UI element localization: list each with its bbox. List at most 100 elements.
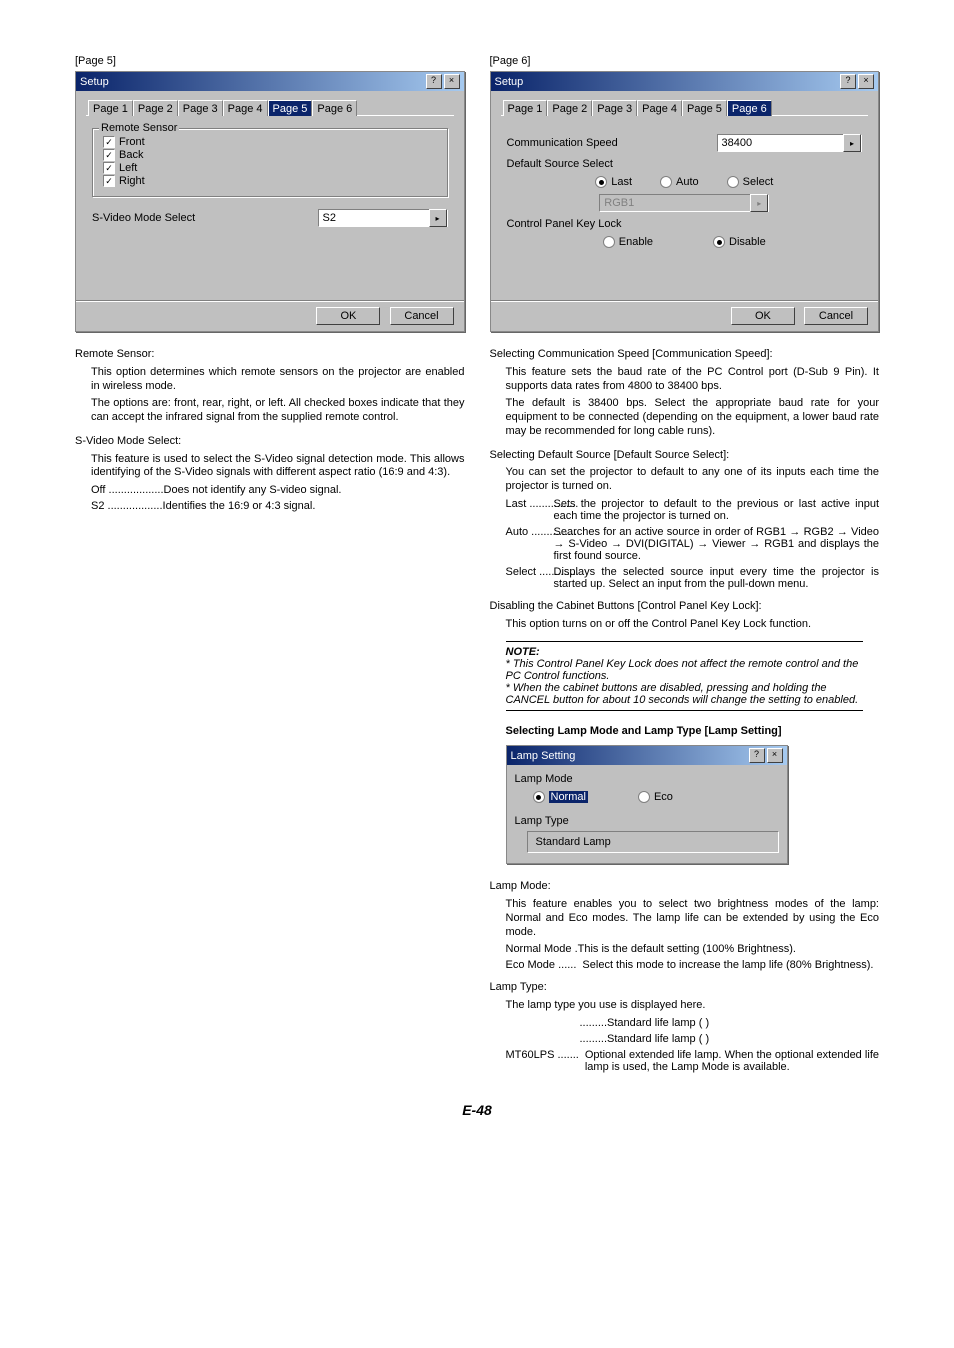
svideo-heading: S-Video Mode Select: [75, 435, 465, 449]
cancel-button[interactable]: Cancel [390, 307, 454, 325]
help-icon[interactable]: ? [840, 74, 856, 89]
tab-page1[interactable]: Page 1 [88, 100, 133, 116]
radio-select[interactable] [727, 176, 739, 188]
tab-page2[interactable]: Page 2 [133, 100, 178, 116]
radio-eco-label: Eco [654, 791, 673, 803]
keylock-radios: Enable Disable [507, 236, 863, 248]
remote-sensor-p2: The options are: front, rear, right, or … [91, 397, 465, 425]
radio-last[interactable] [595, 176, 607, 188]
lamp-type-heading: Lamp Type: [490, 981, 880, 995]
tab-page3[interactable]: Page 3 [592, 100, 637, 116]
lamp-type-value: Standard Lamp [536, 836, 611, 848]
checkbox-back-label: Back [119, 149, 143, 161]
def-eco-mode: Eco Mode ...... Select this mode to incr… [506, 959, 880, 971]
radio-normal-label: Normal [549, 791, 588, 803]
lamp-setting-dialog: Lamp Setting ? × Lamp Mode Normal Eco La… [506, 745, 788, 864]
left-column: [Page 5] Setup ? × Page 1 Page 2 Page 3 … [75, 55, 465, 1077]
dialog-titlebar: Lamp Setting ? × [507, 746, 787, 765]
tab-page5[interactable]: Page 5 [268, 100, 313, 116]
tab-page4[interactable]: Page 4 [223, 100, 268, 116]
lamp-mode-radios: Normal Eco [533, 791, 779, 803]
svideo-off-def: Off .................. Does not identify… [91, 484, 465, 496]
dropdown-arrow-icon[interactable]: ▸ [429, 209, 447, 227]
group-legend: Remote Sensor [99, 122, 179, 134]
radio-normal[interactable] [533, 791, 545, 803]
keylock-label: Control Panel Key Lock [507, 218, 622, 230]
comm-speed-heading: Selecting Communication Speed [Communica… [490, 348, 880, 362]
svideo-value: S2 [319, 212, 429, 224]
lamp-mode-heading: Lamp Mode: [490, 880, 880, 894]
two-column-layout: [Page 5] Setup ? × Page 1 Page 2 Page 3 … [75, 55, 879, 1077]
svideo-combo[interactable]: S2 ▸ [318, 209, 448, 227]
tabs: Page 1 Page 2 Page 3 Page 4 Page 5 Page … [86, 100, 454, 116]
def-lamp-mt60lps: MT60LPS ....... Optional extended life l… [506, 1049, 880, 1073]
keylock-label-row: Control Panel Key Lock [507, 218, 863, 230]
button-bar: OK Cancel [491, 300, 879, 331]
tab-pane: Communication Speed 38400 ▸ Default Sour… [501, 115, 869, 290]
button-bar: OK Cancel [76, 300, 464, 331]
lamp-mode-p1: This feature enables you to select two b… [506, 898, 880, 939]
checkbox-front-label: Front [119, 136, 145, 148]
checkbox-right[interactable]: ✓ [103, 175, 115, 187]
comm-speed-combo[interactable]: 38400 ▸ [717, 134, 863, 152]
note-line2: * When the cabinet buttons are disabled,… [506, 682, 864, 706]
tabs: Page 1 Page 2 Page 3 Page 4 Page 5 Page … [501, 100, 869, 116]
default-source-definitions: Last ................ Sets the projector… [490, 498, 880, 590]
tab-page2[interactable]: Page 2 [547, 100, 592, 116]
dialog-titlebar: Setup ? × [491, 72, 879, 91]
def-lamp-row2: ......... Standard life lamp ( ) [580, 1033, 880, 1045]
tab-page1[interactable]: Page 1 [503, 100, 548, 116]
comm-speed-label: Communication Speed [507, 137, 707, 149]
comm-speed-p2: The default is 38400 bps. Select the app… [506, 397, 880, 438]
close-icon[interactable]: × [767, 748, 783, 763]
dropdown-arrow-icon[interactable]: ▸ [843, 134, 861, 152]
radio-disable[interactable] [713, 236, 725, 248]
help-icon[interactable]: ? [749, 748, 765, 763]
default-source-label: Default Source Select [507, 158, 613, 170]
dialog-titlebar: Setup ? × [76, 72, 464, 91]
default-source-radios: Last Auto Select [507, 176, 863, 188]
checkbox-left-label: Left [119, 162, 137, 174]
close-icon[interactable]: × [858, 74, 874, 89]
default-source-combo-row: RGB1 ▸ [507, 194, 863, 212]
def-auto: Auto ............... Searches for an act… [506, 526, 880, 562]
comm-speed-value: 38400 [718, 137, 844, 149]
def-last: Last ................ Sets the projector… [506, 498, 880, 522]
comm-speed-p1: This feature sets the baud rate of the P… [506, 366, 880, 394]
lamp-heading: Selecting Lamp Mode and Lamp Type [Lamp … [506, 725, 880, 737]
close-icon[interactable]: × [444, 74, 460, 89]
default-source-combo[interactable]: RGB1 ▸ [599, 194, 769, 212]
ok-button[interactable]: OK [731, 307, 795, 325]
radio-disable-label: Disable [729, 236, 766, 248]
tab-page3[interactable]: Page 3 [178, 100, 223, 116]
checkbox-left[interactable]: ✓ [103, 162, 115, 174]
tab-page6[interactable]: Page 6 [727, 100, 772, 116]
tab-page4[interactable]: Page 4 [637, 100, 682, 116]
dialog-body: Page 1 Page 2 Page 3 Page 4 Page 5 Page … [491, 91, 879, 300]
keylock-p1: This option turns on or off the Control … [506, 618, 880, 632]
checkbox-back[interactable]: ✓ [103, 149, 115, 161]
dialog-body: Lamp Mode Normal Eco Lamp Type Standard … [507, 765, 787, 863]
checkbox-front[interactable]: ✓ [103, 136, 115, 148]
tab-page6[interactable]: Page 6 [312, 100, 357, 116]
ok-button[interactable]: OK [316, 307, 380, 325]
dialog-title-text: Setup [80, 76, 109, 88]
tab-page5[interactable]: Page 5 [682, 100, 727, 116]
dropdown-arrow-icon[interactable]: ▸ [750, 194, 768, 212]
lamp-type-box: Standard Lamp [527, 831, 779, 853]
def-select: Select ............. Displays the select… [506, 566, 880, 590]
lamp-mode-label: Lamp Mode [515, 773, 779, 785]
note-line1: * This Control Panel Key Lock does not a… [506, 658, 864, 682]
radio-eco[interactable] [638, 791, 650, 803]
tab-pane: Remote Sensor ✓Front ✓Back ✓Left ✓Right … [86, 115, 454, 290]
radio-enable[interactable] [603, 236, 615, 248]
radio-auto[interactable] [660, 176, 672, 188]
remote-sensor-group: Remote Sensor ✓Front ✓Back ✓Left ✓Right [92, 128, 448, 197]
setup-dialog-page6: Setup ? × Page 1 Page 2 Page 3 Page 4 Pa… [490, 71, 880, 332]
lamp-type-p1: The lamp type you use is displayed here. [506, 999, 880, 1013]
help-icon[interactable]: ? [426, 74, 442, 89]
cancel-button[interactable]: Cancel [804, 307, 868, 325]
svideo-label: S-Video Mode Select [92, 212, 308, 224]
def-lamp-row1: ......... Standard life lamp ( ) [580, 1017, 880, 1029]
note-box: NOTE: * This Control Panel Key Lock does… [506, 641, 864, 711]
